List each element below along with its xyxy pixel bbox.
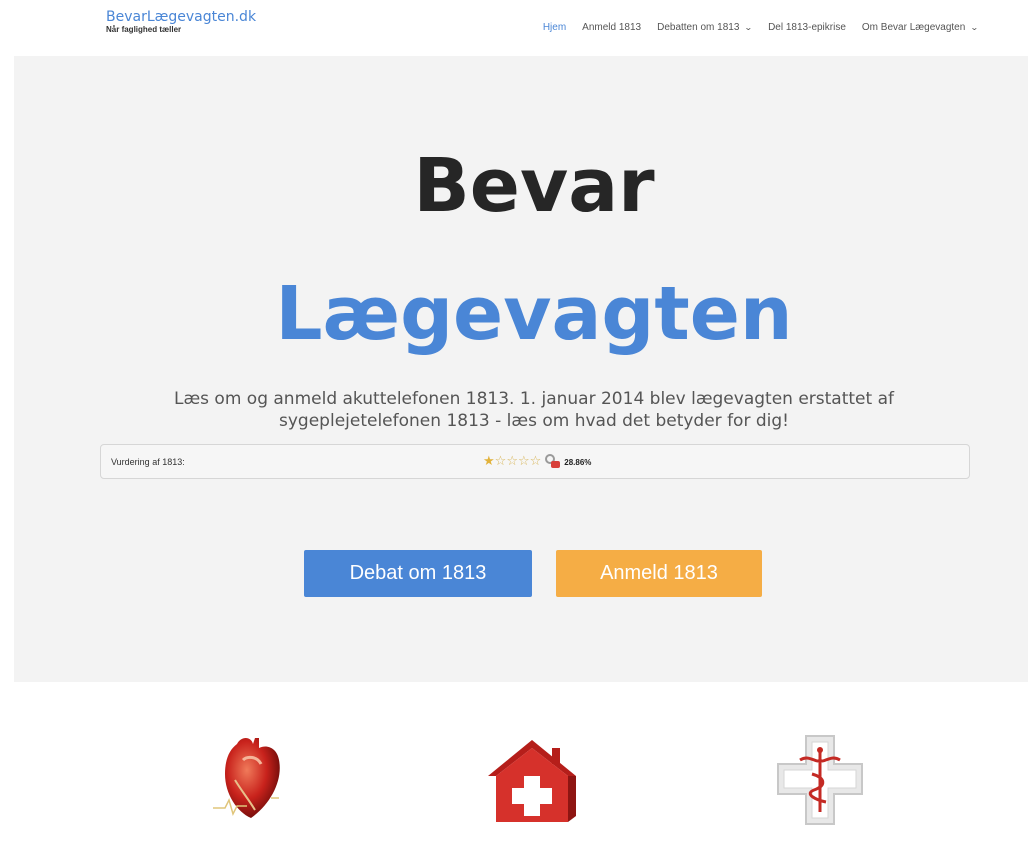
nav-item-del-1813-epikrise[interactable]: Del 1813-epikrise xyxy=(768,22,846,33)
brand-name: BevarLægevagten.dk xyxy=(106,9,257,25)
nav-item-hjem[interactable]: Hjem xyxy=(543,22,566,33)
rating-box: Vurdering af 1813: ★ ☆ ☆ ☆ ☆ 28.86% xyxy=(100,444,970,479)
hero-lead-text: Læs om og anmeld akuttelefonen 1813. 1. … xyxy=(174,389,894,431)
rating-badge-icon xyxy=(545,454,561,470)
hero-title-line2: Lægevagten xyxy=(275,271,793,357)
rating-stars: ★ ☆ ☆ ☆ ☆ 28.86% xyxy=(483,454,591,470)
star-filled-icon[interactable]: ★ xyxy=(483,455,495,469)
nav-item-anmeld-1813[interactable]: Anmeld 1813 xyxy=(582,22,641,33)
hero-section: Bevar Lægevagten Læs om og anmeld akutte… xyxy=(14,56,1028,682)
rating-percent: 28.86% xyxy=(564,457,592,467)
debat-om-1813-button[interactable]: Debat om 1813 xyxy=(304,550,532,597)
house-icon xyxy=(482,730,582,830)
chevron-down-icon: ⌄ xyxy=(970,23,980,32)
heart-icon xyxy=(207,730,307,830)
star-empty-icon[interactable]: ☆ xyxy=(495,455,507,469)
nav-item-label: Om Bevar Lægevagten xyxy=(861,22,966,33)
rating-label: Vurdering af 1813: xyxy=(111,457,185,467)
brand-tagline: Når faglighed tæller xyxy=(106,25,182,34)
hero-title-line1: Bevar xyxy=(413,143,655,229)
anmeld-1813-button[interactable]: Anmeld 1813 xyxy=(556,550,762,597)
nav-item-label: Debatten om 1813 xyxy=(657,22,740,33)
nav-item-label: Anmeld 1813 xyxy=(582,22,642,33)
site-header: BevarLægevagten.dk Når faglighed tæller … xyxy=(0,0,1034,56)
nav-item-label: Del 1813-epikrise xyxy=(768,22,846,33)
main-nav: Hjem Anmeld 1813 Debatten om 1813 ⌄ Del … xyxy=(527,22,980,33)
medical-cross-icon xyxy=(770,730,870,830)
star-empty-icon[interactable]: ☆ xyxy=(530,455,542,469)
nav-item-debatten-om-1813[interactable]: Debatten om 1813 ⌄ xyxy=(657,22,754,33)
chevron-down-icon: ⌄ xyxy=(744,23,754,32)
star-empty-icon[interactable]: ☆ xyxy=(518,455,530,469)
nav-item-label: Hjem xyxy=(542,22,567,33)
nav-item-om-bevar-laegevagten[interactable]: Om Bevar Lægevagten ⌄ xyxy=(861,22,980,33)
star-empty-icon[interactable]: ☆ xyxy=(506,455,518,469)
site-logo[interactable]: BevarLægevagten.dk Når faglighed tæller xyxy=(106,9,256,34)
